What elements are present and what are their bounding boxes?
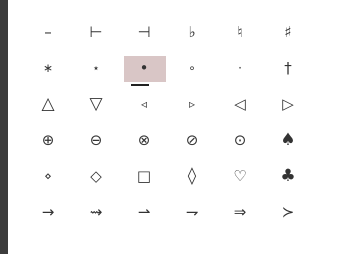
symbol-grid: – ⊢ ⊣ ♭ ♮ ♯ ∗ ⋆ • ∘ · † △ ▽ ◃ ▹ ◁ ▷ ⊕ ⊖ … [24, 14, 312, 230]
symbol-right-tack[interactable]: ⊢ [72, 14, 120, 50]
symbol-oslash[interactable]: ⊘ [168, 122, 216, 158]
symbol-right-arrow[interactable]: → [24, 194, 72, 230]
symbol-otimes[interactable]: ⊗ [120, 122, 168, 158]
symbol-triangle-left[interactable]: ◁ [216, 86, 264, 122]
symbol-oplus[interactable]: ⊕ [24, 122, 72, 158]
symbol-club[interactable]: ♣ [264, 158, 312, 194]
symbol-double-arrow[interactable]: ⇒ [216, 194, 264, 230]
symbol-lozenge[interactable]: ◊ [168, 158, 216, 194]
symbol-diamond-op[interactable]: ⋄ [24, 158, 72, 194]
symbol-circle-op[interactable]: ∘ [168, 50, 216, 86]
symbol-ominus[interactable]: ⊖ [72, 122, 120, 158]
symbol-flat[interactable]: ♭ [168, 14, 216, 50]
symbol-sharp[interactable]: ♯ [264, 14, 312, 50]
symbol-diamond[interactable]: ◇ [72, 158, 120, 194]
symbol-harpoon-down[interactable]: ⇁ [168, 194, 216, 230]
symbol-dagger[interactable]: † [264, 50, 312, 86]
symbol-succeeds[interactable]: ≻ [264, 194, 312, 230]
symbol-dash[interactable]: – [24, 14, 72, 50]
symbol-heart[interactable]: ♡ [216, 158, 264, 194]
symbol-triangle-right[interactable]: ▷ [264, 86, 312, 122]
symbol-triangle-down[interactable]: ▽ [72, 86, 120, 122]
symbol-triangle-up[interactable]: △ [24, 86, 72, 122]
symbol-natural[interactable]: ♮ [216, 14, 264, 50]
symbol-palette-panel: – ⊢ ⊣ ♭ ♮ ♯ ∗ ⋆ • ∘ · † △ ▽ ◃ ▹ ◁ ▷ ⊕ ⊖ … [8, 0, 363, 254]
symbol-asterisk[interactable]: ∗ [24, 50, 72, 86]
symbol-small-triangle-left[interactable]: ◃ [120, 86, 168, 122]
symbol-bullet[interactable]: • [120, 50, 168, 86]
symbol-left-tack[interactable]: ⊣ [120, 14, 168, 50]
symbol-squiggle-arrow[interactable]: ⇝ [72, 194, 120, 230]
symbol-small-triangle-right[interactable]: ▹ [168, 86, 216, 122]
symbol-harpoon-up[interactable]: ⇀ [120, 194, 168, 230]
symbol-center-dot[interactable]: · [216, 50, 264, 86]
symbol-odot[interactable]: ⊙ [216, 122, 264, 158]
symbol-star[interactable]: ⋆ [72, 50, 120, 86]
symbol-square[interactable]: □ [120, 158, 168, 194]
symbol-spade[interactable]: ♠ [264, 122, 312, 158]
